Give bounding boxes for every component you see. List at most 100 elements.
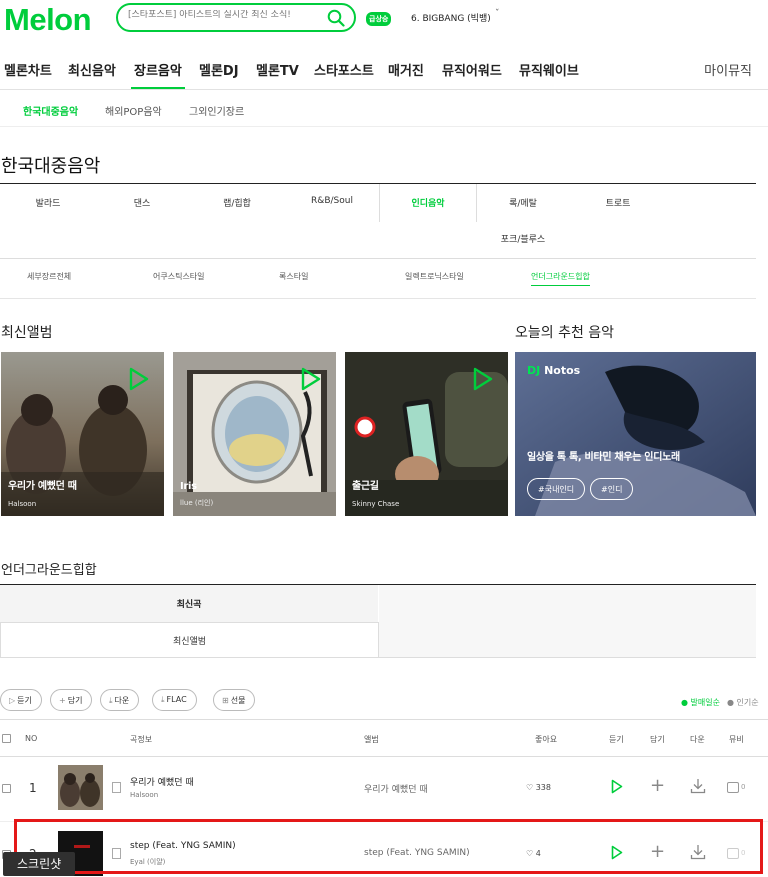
main-nav: 멜론차트 최신음악 장르음악 멜론DJ 멜론TV 스타포스트 매거진 뮤직어워드… [0, 50, 768, 90]
like-button[interactable]: ♡ 4 [526, 849, 541, 858]
genre-rnb[interactable]: R&B/Soul [282, 196, 382, 206]
tag-button[interactable]: #국내인디 [527, 478, 586, 500]
column-header-mv: 뮤비 [729, 735, 744, 744]
nav-genre[interactable]: 장르음악 [134, 60, 182, 79]
nav-wave[interactable]: 뮤직웨이브 [519, 60, 579, 79]
search-icon[interactable] [327, 9, 345, 27]
gift-icon: ⊞ [222, 696, 229, 705]
nav-magazine[interactable]: 매거진 [388, 60, 424, 79]
search-box[interactable] [116, 3, 356, 32]
gift-label: 선물 [230, 696, 246, 705]
download-icon: ⤓ [161, 695, 165, 704]
genre-indie[interactable]: 인디음악 [378, 196, 478, 209]
genre-hiphop[interactable]: 랩/힙합 [187, 196, 287, 209]
listen-button[interactable]: ▷ 듣기 [0, 689, 42, 711]
genre-folk[interactable]: 포크/블루스 [473, 232, 573, 245]
play-icon[interactable] [472, 366, 494, 392]
tab-latest-albums[interactable]: 최신앨범 [0, 622, 379, 658]
like-count: 338 [535, 783, 551, 792]
nav-starpost[interactable]: 스타포스트 [314, 60, 374, 79]
detail-genre-electronic[interactable]: 일렉트로닉스타일 [405, 271, 464, 282]
genre-dance[interactable]: 댄스 [92, 196, 192, 209]
flac-button[interactable]: ⤓ FLAC [152, 689, 197, 711]
song-artist[interactable]: Eyal (이얄) [130, 857, 165, 867]
song-title[interactable]: step (Feat. YNG SAMIN) [130, 841, 236, 851]
genre-ballad[interactable]: 발라드 [0, 196, 98, 209]
flac-label: FLAC [166, 695, 187, 704]
download-icon[interactable] [690, 844, 706, 860]
nav-chart[interactable]: 멜론차트 [4, 60, 52, 79]
tab-foreign-pop[interactable]: 해외POP음악 [105, 103, 162, 118]
mv-count: 0 [741, 849, 746, 857]
song-artist[interactable]: Halsoon [130, 791, 158, 799]
divider [0, 298, 756, 299]
underground-tabs: 최신곡 최신앨범 [0, 584, 756, 658]
detail-genre-underground[interactable]: 언더그라운드힙합 [531, 271, 590, 286]
album-thumbnail[interactable] [58, 765, 103, 810]
add-icon[interactable]: + [650, 777, 665, 795]
melon-logo[interactable]: Melon [4, 2, 92, 38]
rising-keyword[interactable]: 6. BIGBANG (빅뱅) [411, 11, 491, 24]
play-icon[interactable] [611, 779, 623, 794]
nav-my-music[interactable]: 마이뮤직 [704, 60, 752, 79]
nav-award[interactable]: 뮤직어워드 [442, 60, 502, 79]
album-artist: llue (리인) [180, 499, 214, 507]
divider [0, 126, 768, 127]
detail-genre-rock[interactable]: 록스타일 [279, 271, 308, 282]
mv-count: 0 [741, 783, 746, 791]
nav-tv[interactable]: 멜론TV [256, 60, 299, 79]
mv-icon[interactable] [727, 848, 739, 859]
dj-prefix: DJ [527, 364, 541, 377]
like-count: 4 [535, 849, 541, 858]
download-label: 다운 [114, 696, 130, 705]
detail-genre-all[interactable]: 세부장르전체 [27, 271, 71, 282]
tab-korean-pop[interactable]: 한국대중음악 [23, 103, 78, 118]
play-icon[interactable] [611, 845, 623, 860]
mv-icon[interactable] [727, 782, 739, 793]
tab-empty-area [379, 585, 756, 658]
album-artist: Halsoon [8, 500, 37, 508]
tab-other-genres[interactable]: 그외인기장르 [189, 103, 244, 118]
rank-number: 1 [29, 781, 37, 795]
tag-button[interactable]: #인디 [590, 478, 634, 500]
detail-genre-acoustic[interactable]: 어쿠스틱스타일 [153, 271, 205, 282]
album-link[interactable]: 우리가 예뻤던 때 [364, 782, 428, 795]
search-input[interactable] [128, 10, 323, 20]
song-info-icon[interactable] [112, 782, 121, 793]
download-button[interactable]: ⤓ 다운 [100, 689, 140, 711]
plus-icon: + [59, 696, 66, 705]
sort-by-release[interactable]: ● 발매일순 [681, 697, 720, 708]
song-info-icon[interactable] [112, 848, 121, 859]
genre-rock[interactable]: 록/메탈 [473, 196, 573, 209]
add-icon[interactable]: + [650, 843, 665, 861]
album-card[interactable]: 출근길 Skinny Chase [345, 352, 508, 516]
album-card[interactable]: 우리가 예뻤던 때 Halsoon [1, 352, 164, 516]
play-icon[interactable] [128, 366, 150, 392]
column-header-down: 다운 [690, 735, 705, 744]
dj-playlist-title: 일상을 톡 톡, 비타민 채우는 인디노래 [527, 452, 680, 463]
download-icon[interactable] [690, 778, 706, 794]
row-checkbox[interactable] [2, 784, 11, 793]
nav-latest[interactable]: 최신음악 [68, 60, 116, 79]
select-all-checkbox[interactable] [2, 734, 11, 743]
album-link[interactable]: step (Feat. YNG SAMIN) [364, 848, 470, 858]
table-row: 1 우리가 예뻤던 때 Halsoon 우리가 예뻤던 때 ♡ 338 + 0 [0, 756, 768, 822]
gift-button[interactable]: ⊞ 선물 [213, 689, 256, 711]
latest-albums-heading: 최신앨범 [1, 325, 53, 341]
genre-trot[interactable]: 트로트 [568, 196, 668, 209]
add-button[interactable]: + 담기 [50, 689, 93, 711]
like-button[interactable]: ♡ 338 [526, 783, 551, 792]
recommend-heading: 오늘의 추천 음악 [515, 325, 615, 341]
tab-latest-songs[interactable]: 최신곡 [0, 585, 378, 622]
album-card[interactable]: Iris llue (리인) [173, 352, 336, 516]
play-icon[interactable] [300, 366, 322, 392]
screenshot-label: 스크린샷 [3, 852, 76, 876]
column-header-song: 곡정보 [130, 735, 153, 744]
dj-recommend-card[interactable]: DJ Notos 일상을 톡 톡, 비타민 채우는 인디노래 #국내인디 #인디 [515, 352, 756, 516]
sort-by-popularity[interactable]: ● 인기순 [727, 697, 759, 708]
chevron-down-icon[interactable]: ˇ [495, 9, 500, 19]
album-artist: Skinny Chase [352, 500, 400, 508]
song-title[interactable]: 우리가 예뻤던 때 [130, 775, 194, 788]
page-title: 한국대중음악 [1, 156, 101, 177]
nav-dj[interactable]: 멜론DJ [199, 60, 239, 79]
